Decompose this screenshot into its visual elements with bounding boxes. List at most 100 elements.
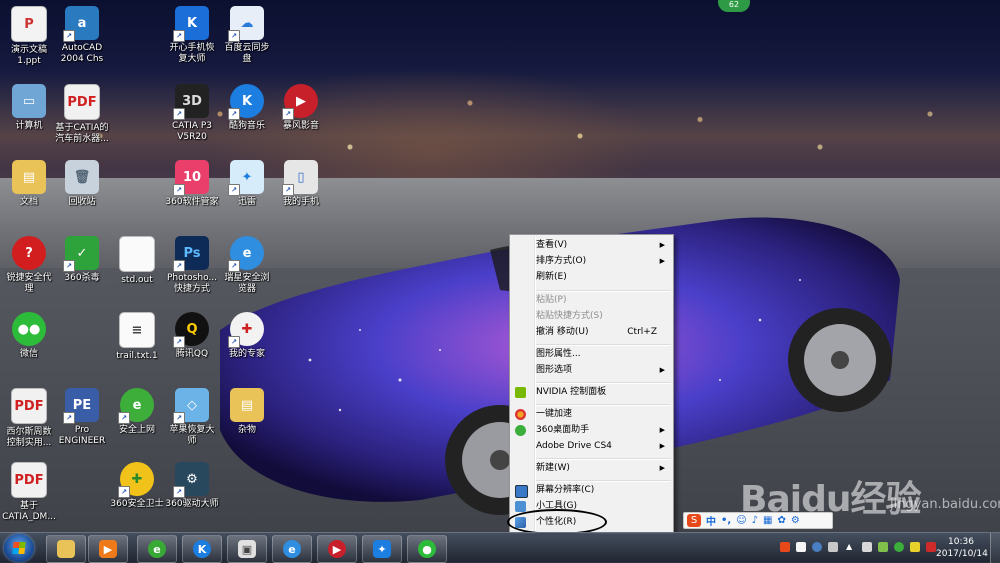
- catia-icon: 3D ↗: [173, 84, 209, 120]
- desktop-icon-kugou[interactable]: K ↗ 酷狗音乐: [218, 84, 276, 132]
- menu-item-paste[interactable]: 粘贴(P): [512, 293, 671, 308]
- computer-icon: ▭: [12, 84, 46, 118]
- help-tray-icon[interactable]: [812, 542, 822, 552]
- menu-item-adobe-drive[interactable]: Adobe Drive CS4 ▶: [512, 439, 671, 454]
- show-hidden-icons-icon[interactable]: ▲: [846, 542, 856, 552]
- desktop-icon-autocad[interactable]: a ↗ AutoCAD 2004 Chs: [53, 6, 111, 65]
- desktop-icon-catia-pdf[interactable]: PDF 基于CATIA的 汽车前水器...: [53, 84, 111, 145]
- media-player-icon: ▶: [99, 540, 117, 558]
- desktop-icon-phone-recovery[interactable]: K ↗ 开心手机恢 复大师: [163, 6, 221, 65]
- desktop-icon-trail-txt[interactable]: ≡ trail.txt.1: [108, 312, 166, 362]
- ime-punctuation-icon[interactable]: •,: [721, 515, 731, 526]
- start-button[interactable]: [4, 534, 34, 562]
- desktop-icon-apple-recovery[interactable]: ◇ ↗ 苹果恢复大 师: [163, 388, 221, 447]
- menu-separator: [536, 382, 671, 384]
- menu-item-new[interactable]: 新建(W) ▶: [512, 461, 671, 476]
- taskbar-ie[interactable]: e: [272, 535, 312, 563]
- sogou-tray-icon[interactable]: [780, 542, 790, 552]
- submenu-arrow-icon: ▶: [659, 442, 665, 450]
- desktop-icon-sears-pdf[interactable]: PDF 西尔斯周数 控制实用...: [0, 388, 58, 449]
- desktop-icon-my-phone[interactable]: ▯ ↗ 我的手机: [272, 160, 330, 208]
- desktop-icon-thunder[interactable]: ✦ ↗ 迅雷: [218, 160, 276, 208]
- ime-language-toggle[interactable]: 中: [706, 513, 716, 528]
- photo-icon: ▣: [238, 540, 256, 558]
- taskbar-photo-viewer[interactable]: ▣: [227, 535, 267, 563]
- clock-date: 2017/10/14: [936, 549, 988, 559]
- desktop-icon-ruijie[interactable]: ? 锐捷安全代 理: [0, 236, 58, 295]
- browser-icon: e ↗: [228, 236, 264, 272]
- ime-cn-tray-icon[interactable]: [796, 542, 806, 552]
- clock-time: 10:36: [948, 537, 974, 547]
- desktop-icon-360-software[interactable]: 10 ↗ 360软件管家: [163, 160, 221, 208]
- menu-item-undo-move[interactable]: 撤消 移动(U) Ctrl+Z: [512, 325, 671, 340]
- taskbar-explorer[interactable]: [46, 535, 86, 563]
- desktop-icon-std-out[interactable]: std.out: [108, 236, 166, 286]
- notification-badge[interactable]: 62: [718, 0, 750, 12]
- 360-tray-icon[interactable]: [894, 542, 904, 552]
- taskbar-wechat[interactable]: ●: [407, 535, 447, 563]
- desktop-icon-safe-browsing[interactable]: e ↗ 安全上网: [108, 388, 166, 436]
- menu-item-sort-by[interactable]: 排序方式(O) ▶: [512, 254, 671, 269]
- menu-item-one-click-speedup[interactable]: 一键加速: [512, 407, 671, 422]
- volume-icon[interactable]: [862, 542, 872, 552]
- desktop-icon-ppt[interactable]: P 演示文稿 1.ppt: [0, 6, 58, 67]
- desktop-icon-my-expert[interactable]: ✚ ↗ 我的专家: [218, 312, 276, 360]
- recycle-bin-icon: 🗑: [65, 160, 99, 194]
- menu-separator: [536, 290, 671, 292]
- taskbar-media-player[interactable]: ▶: [88, 535, 128, 563]
- baofeng-icon: ▶ ↗: [282, 84, 318, 120]
- desktop-icon-360-driver[interactable]: ⚙ ↗ 360驱动大师: [163, 462, 221, 510]
- menu-separator: [536, 404, 671, 406]
- menu-item-360-desktop-assistant[interactable]: 360桌面助手 ▶: [512, 423, 671, 438]
- text-file-icon: ≡: [119, 312, 155, 348]
- speedup-icon: [515, 409, 526, 420]
- cloud-icon: ☁ ↗: [228, 6, 264, 42]
- network-icon[interactable]: [878, 542, 888, 552]
- question-mark-icon: ?: [12, 236, 46, 270]
- nvidia-icon: [515, 387, 526, 398]
- ime-keyboard-icon[interactable]: ▦: [763, 515, 772, 526]
- menu-item-paste-shortcut[interactable]: 粘贴快捷方式(S): [512, 309, 671, 324]
- ime-toolbar[interactable]: S 中 •, ☺ ♪ ▦ ✿ ⚙: [683, 512, 833, 529]
- desktop-icon-baofeng[interactable]: ▶ ↗ 暴风影音: [272, 84, 330, 132]
- submenu-arrow-icon: ▶: [659, 464, 665, 472]
- desktop-icon-computer[interactable]: ▭ 计算机: [0, 84, 58, 132]
- desktop-icon-catia-dm-pdf[interactable]: PDF 基于 CATIA_DM...: [0, 462, 58, 523]
- monitor-icon: [515, 485, 528, 498]
- desktop-icon-misc-folder[interactable]: ▤ 杂物: [218, 388, 276, 436]
- desktop-icon-360-antivirus[interactable]: ✓ ↗ 360杀毒: [53, 236, 111, 284]
- sogou-ime-icon[interactable]: S: [687, 514, 701, 527]
- desktop-icon-photoshop[interactable]: Ps ↗ Photosho... 快捷方式: [163, 236, 221, 295]
- show-desktop-button[interactable]: [990, 533, 1000, 563]
- menu-item-view[interactable]: 查看(V) ▶: [512, 238, 671, 253]
- ie-icon: e: [283, 540, 301, 558]
- k-app-icon: K ↗: [173, 6, 209, 42]
- taskbar-baofeng[interactable]: ▶: [317, 535, 357, 563]
- menu-item-graphics-properties[interactable]: 图形属性...: [512, 347, 671, 362]
- shield-tray-icon[interactable]: [926, 542, 936, 552]
- ime-voice-icon[interactable]: ♪: [752, 515, 758, 526]
- taskbar-clock[interactable]: 10:36 2017/10/14: [936, 536, 988, 560]
- ime-skin-icon[interactable]: ✿: [777, 515, 785, 526]
- desktop-icon-rising-browser[interactable]: e ↗ 瑞星安全浏 览器: [218, 236, 276, 295]
- language-tray-icon[interactable]: [828, 542, 838, 552]
- menu-item-nvidia-control-panel[interactable]: NVIDIA 控制面板: [512, 385, 671, 400]
- desktop-icon-documents[interactable]: ▤ 文档: [0, 160, 58, 208]
- desktop-icon-pro-engineer[interactable]: PE ↗ Pro ENGINEER: [53, 388, 111, 447]
- menu-separator: [536, 344, 671, 346]
- menu-item-refresh[interactable]: 刷新(E): [512, 270, 671, 285]
- desktop-icon-recycle-bin[interactable]: 🗑 回收站: [53, 160, 111, 208]
- ime-emoji-icon[interactable]: ☺: [736, 515, 746, 526]
- taskbar-thunder[interactable]: ✦: [362, 535, 402, 563]
- desktop-icon-qq[interactable]: Q ↗ 腾讯QQ: [163, 312, 221, 360]
- taskbar-kugou[interactable]: K: [182, 535, 222, 563]
- menu-item-graphics-options[interactable]: 图形选项 ▶: [512, 363, 671, 378]
- desktop-icon-360-guard[interactable]: ✚ ↗ 360安全卫士: [108, 462, 166, 510]
- desktop-icon-wechat[interactable]: ●● 微信: [0, 312, 58, 360]
- desktop-icon-catia[interactable]: 3D ↗ CATIA P3 V5R20: [163, 84, 221, 143]
- ime-tools-icon[interactable]: ⚙: [791, 515, 800, 526]
- flag-tray-icon[interactable]: [910, 542, 920, 552]
- menu-item-screen-resolution[interactable]: 屏幕分辨率(C): [512, 483, 671, 498]
- desktop-icon-baidu-cloud[interactable]: ☁ ↗ 百度云同步 盘: [218, 6, 276, 65]
- taskbar-360-browser[interactable]: e: [137, 535, 177, 563]
